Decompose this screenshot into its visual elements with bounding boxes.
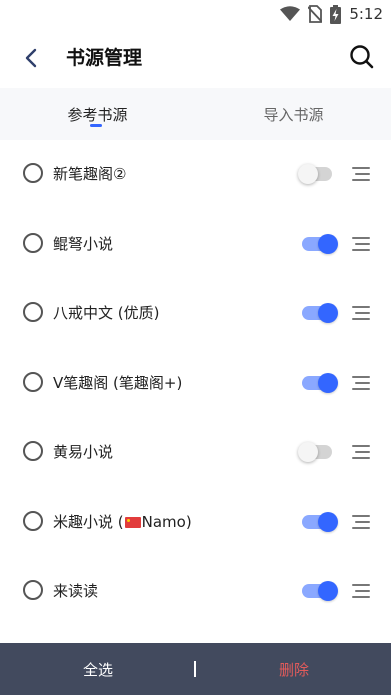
source-name-text: 来读读 [53, 582, 99, 600]
tab-reference-sources[interactable]: 参考书源 [0, 88, 195, 140]
app-header: 书源管理 [0, 28, 391, 88]
drag-handle-icon[interactable] [352, 236, 370, 251]
delete-button[interactable]: 删除 [256, 643, 332, 695]
source-name: 八戒中文 (优质) [53, 302, 159, 323]
enable-toggle[interactable] [298, 442, 338, 462]
enable-toggle[interactable] [302, 511, 338, 532]
drag-handle-icon[interactable] [352, 584, 370, 598]
status-bar: 5:12 [0, 0, 391, 28]
select-radio[interactable] [23, 441, 43, 461]
select-radio[interactable] [23, 510, 43, 531]
bottom-divider [194, 661, 196, 677]
source-row[interactable]: 黄易小说 [0, 418, 391, 488]
source-name: 新笔趣阁② [53, 163, 126, 184]
select-radio[interactable] [23, 232, 43, 253]
select-radio[interactable] [23, 371, 43, 392]
drag-handle-icon[interactable] [352, 306, 370, 320]
select-all-button[interactable]: 全选 [60, 643, 136, 695]
source-name: 米趣小说 ( Namo) [53, 511, 192, 532]
source-row[interactable]: 鲲弩小说 [0, 210, 391, 280]
source-list: 新笔趣阁② 鲲弩小说 八戒中文 (优质) V笔趣阁 (笔趣阁+) 黄易小说 米趣… [0, 140, 391, 627]
drag-handle-icon[interactable] [352, 514, 370, 529]
china-flag-icon [124, 516, 141, 528]
status-icons: 5:12 [280, 4, 383, 24]
enable-toggle[interactable] [298, 164, 338, 184]
drag-handle-icon[interactable] [352, 375, 370, 390]
tab-import-sources-label: 导入书源 [263, 105, 324, 124]
tab-import-sources[interactable]: 导入书源 [196, 88, 391, 140]
source-row[interactable]: 米趣小说 ( Namo) [0, 488, 391, 558]
select-radio[interactable] [23, 163, 43, 183]
search-icon [350, 45, 374, 69]
drag-handle-icon[interactable] [352, 167, 370, 181]
select-radio[interactable] [23, 580, 43, 600]
page-title: 书源管理 [66, 47, 143, 69]
source-name: 黄易小说 [53, 441, 113, 462]
enable-toggle[interactable] [302, 581, 338, 601]
active-tab-indicator [90, 124, 102, 127]
source-name-text: 米趣小说 ( [53, 512, 124, 531]
tab-reference-sources-label: 参考书源 [67, 105, 128, 124]
source-name: 来读读 [53, 580, 98, 601]
drag-handle-icon[interactable] [352, 445, 370, 459]
source-tabs: 参考书源 导入书源 [0, 88, 391, 140]
no-sim-icon [308, 5, 323, 23]
source-name-text: 鲲弩小说 [53, 234, 114, 253]
source-row[interactable]: 来读读 [0, 557, 391, 627]
enable-toggle[interactable] [302, 303, 338, 323]
source-row[interactable]: V笔趣阁 (笔趣阁+) [0, 349, 391, 419]
source-name-text: V笔趣阁 (笔趣阁+) [53, 373, 183, 392]
chevron-left-icon [25, 48, 37, 68]
back-button[interactable] [18, 44, 46, 72]
enable-toggle[interactable] [302, 233, 338, 254]
wifi-icon [280, 6, 301, 21]
source-name-text: 八戒中文 (优质) [53, 304, 160, 322]
source-name: V笔趣阁 (笔趣阁+) [53, 372, 182, 393]
source-name-suffix: Namo) [141, 512, 192, 531]
source-name: 鲲弩小说 [53, 233, 113, 254]
source-name-text: 黄易小说 [53, 443, 114, 461]
search-button[interactable] [347, 42, 377, 72]
source-name-text: 新笔趣阁② [53, 165, 127, 183]
status-time: 5:12 [349, 5, 383, 23]
enable-toggle[interactable] [302, 372, 338, 393]
bottom-action-bar: 全选 删除 [0, 643, 391, 695]
select-radio[interactable] [23, 302, 43, 322]
source-row[interactable]: 新笔趣阁② [0, 140, 391, 210]
source-row[interactable]: 八戒中文 (优质) [0, 279, 391, 349]
battery-charging-icon [330, 4, 342, 24]
